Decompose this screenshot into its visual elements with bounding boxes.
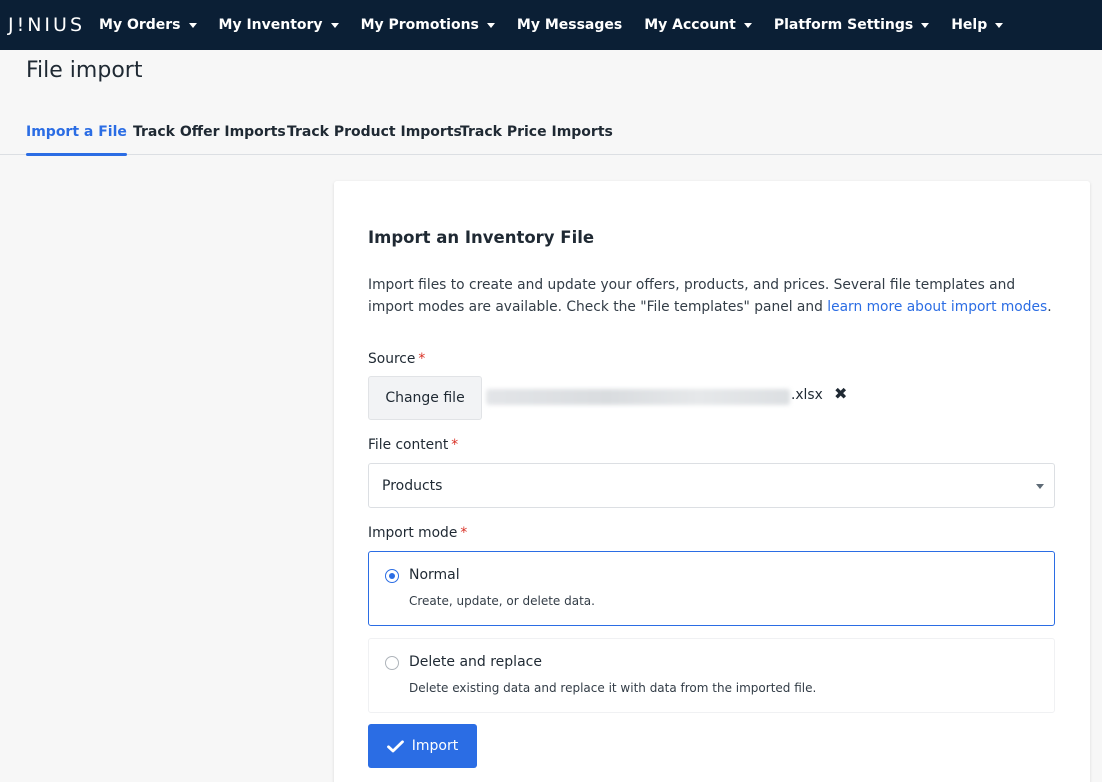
source-label: Source * xyxy=(368,351,425,367)
nav-my-account-label: My Account xyxy=(644,17,736,33)
tab-track-product-imports[interactable]: Track Product Imports xyxy=(287,112,462,154)
nav-platform-settings[interactable]: Platform Settings xyxy=(773,17,930,33)
import-mode-label-text: Import mode xyxy=(368,525,458,541)
nav-my-messages-label: My Messages xyxy=(516,17,623,33)
file-content-selected-value: Products xyxy=(382,477,443,494)
import-mode-label: Import mode * xyxy=(368,525,467,541)
caret-down-icon xyxy=(188,23,197,28)
caret-down-icon xyxy=(743,23,752,28)
nav-my-orders-label: My Orders xyxy=(99,17,181,33)
change-file-button[interactable]: Change file xyxy=(368,376,482,420)
check-icon xyxy=(386,739,404,753)
nav-help-label: Help xyxy=(951,17,988,33)
nav-platform-settings-label: Platform Settings xyxy=(773,17,914,33)
brand-logo[interactable]: J!NIUS xyxy=(8,14,85,36)
required-mark: * xyxy=(418,351,426,367)
source-label-text: Source xyxy=(368,351,416,367)
file-content-label: File content * xyxy=(368,437,458,453)
caret-down-icon xyxy=(995,23,1004,28)
nav-my-promotions[interactable]: My Promotions xyxy=(361,17,495,33)
option-title: Delete and replace xyxy=(409,654,542,670)
card-title: Import an Inventory File xyxy=(368,228,595,247)
description-end: . xyxy=(1047,299,1052,315)
import-button[interactable]: Import xyxy=(368,724,477,768)
caret-down-icon xyxy=(486,23,495,28)
remove-file-icon[interactable]: ✖ xyxy=(834,385,850,403)
nav-help[interactable]: Help xyxy=(951,17,1004,33)
tab-bar: Import a File Track Offer Imports Track … xyxy=(0,112,1102,156)
tab-import-a-file[interactable]: Import a File xyxy=(26,112,127,156)
page-title: File import xyxy=(26,58,143,83)
file-extension: .xlsx xyxy=(791,387,823,403)
radio-unchecked-icon[interactable] xyxy=(385,656,399,670)
option-title: Normal xyxy=(409,567,460,583)
file-content-label-text: File content xyxy=(368,437,449,453)
caret-down-icon xyxy=(330,23,339,28)
nav-my-messages[interactable]: My Messages xyxy=(517,17,622,33)
tab-track-offer-imports[interactable]: Track Offer Imports xyxy=(133,112,286,154)
nav-my-orders[interactable]: My Orders xyxy=(99,17,197,33)
nav-my-account[interactable]: My Account xyxy=(644,17,752,33)
learn-more-link[interactable]: learn more about import modes xyxy=(827,299,1047,315)
required-mark: * xyxy=(451,437,459,453)
blurred-filename xyxy=(486,389,790,405)
import-mode-option-normal[interactable]: Normal Create, update, or delete data. xyxy=(368,551,1055,626)
tab-track-price-imports[interactable]: Track Price Imports xyxy=(460,112,613,154)
caret-down-icon xyxy=(1036,484,1044,489)
nav-my-inventory-label: My Inventory xyxy=(218,17,323,33)
top-navbar: J!NIUS My Orders My Inventory My Promoti… xyxy=(0,0,1102,50)
import-card: Import an Inventory File Import files to… xyxy=(334,181,1090,782)
required-mark: * xyxy=(460,525,468,541)
import-button-label: Import xyxy=(411,738,459,754)
card-description: Import files to create and update your o… xyxy=(368,274,1058,318)
import-mode-option-delete-replace[interactable]: Delete and replace Delete existing data … xyxy=(368,638,1055,713)
nav-my-inventory[interactable]: My Inventory xyxy=(219,17,339,33)
radio-checked-icon[interactable] xyxy=(385,569,399,583)
nav-my-promotions-label: My Promotions xyxy=(360,17,479,33)
option-description: Create, update, or delete data. xyxy=(409,594,595,608)
file-content-select[interactable]: Products xyxy=(368,463,1055,508)
caret-down-icon xyxy=(921,23,930,28)
option-description: Delete existing data and replace it with… xyxy=(409,681,817,695)
